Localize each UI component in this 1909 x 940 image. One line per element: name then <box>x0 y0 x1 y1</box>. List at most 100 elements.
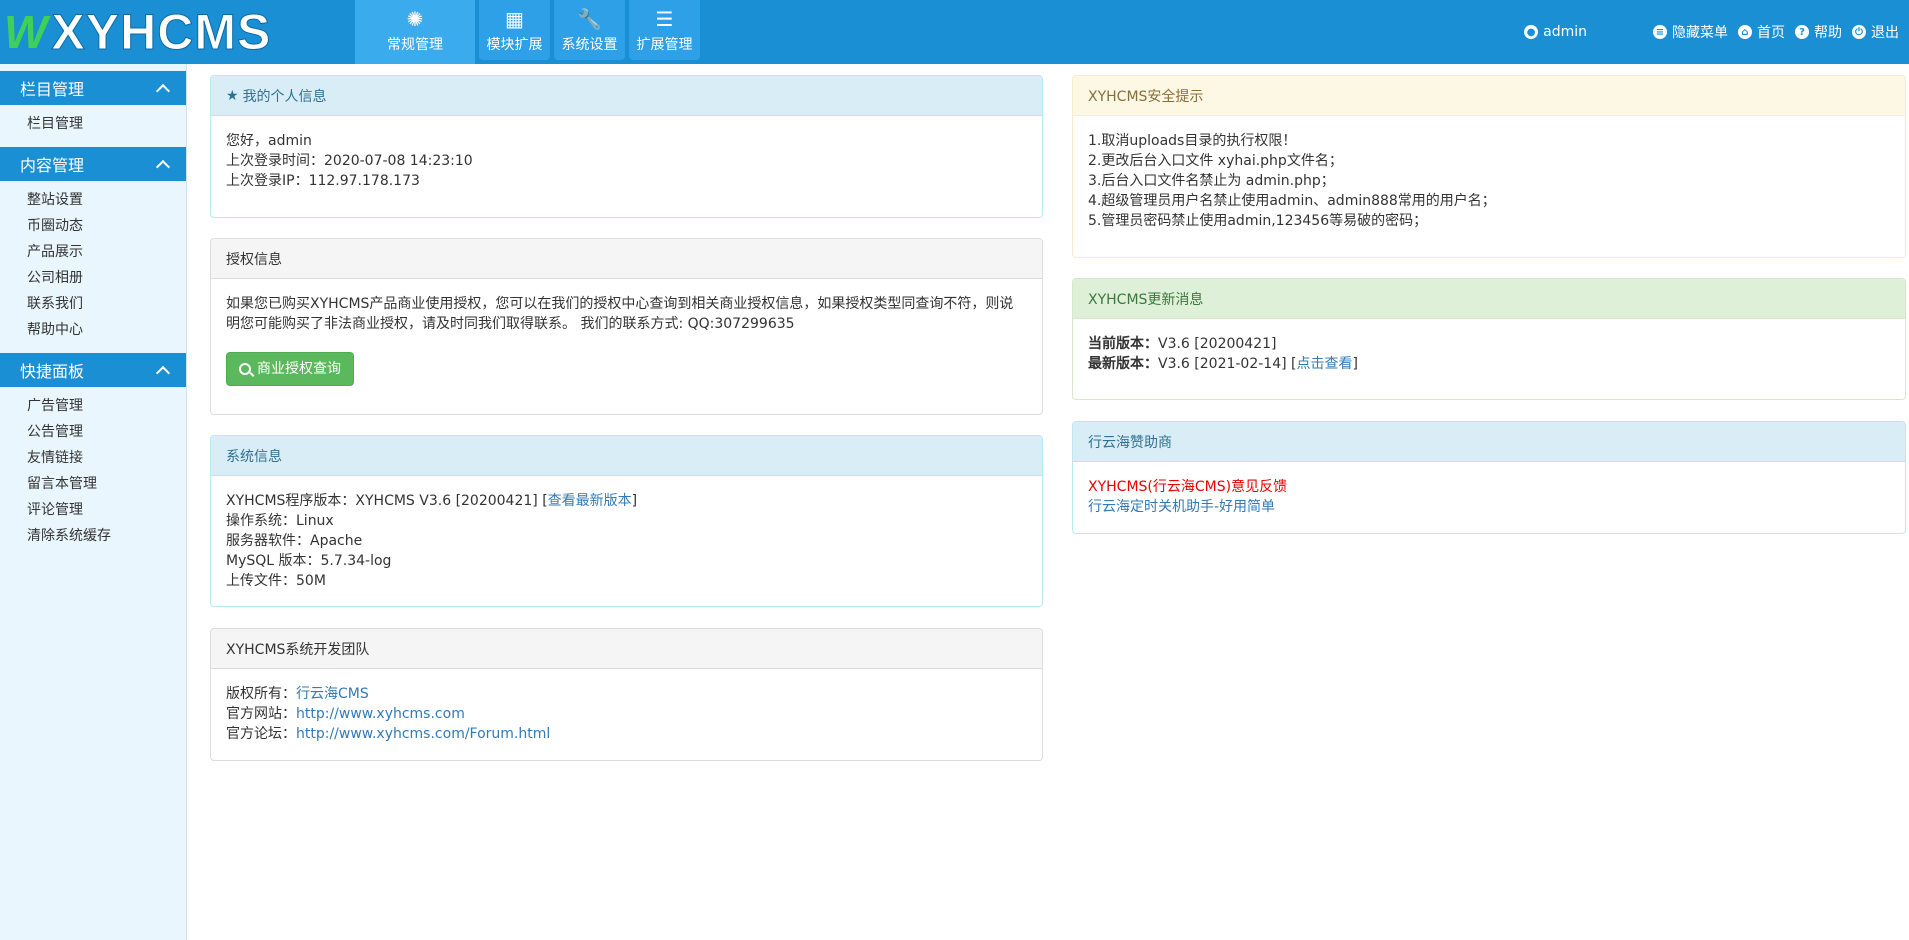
list-icon: ☰ <box>655 7 674 31</box>
sidebar-item-ads[interactable]: 广告管理 <box>27 393 186 419</box>
website-link[interactable]: http://www.xyhcms.com <box>296 706 465 722</box>
panel-body: XYHCMS(行云海CMS)意见反馈 行云海定时关机助手-好用简单 <box>1073 462 1905 532</box>
hide-menu-link[interactable]: ≡ 隐藏菜单 <box>1653 22 1728 42</box>
sidebar-section-columns[interactable]: 栏目管理 <box>0 71 186 105</box>
update-news-panel: XYHCMS更新消息 当前版本：V3.6 [20200421] 最新版本：V3.… <box>1072 278 1906 400</box>
user-name: admin <box>1543 24 1587 40</box>
panel-title: 授权信息 <box>226 251 282 268</box>
panel-body: 当前版本：V3.6 [20200421] 最新版本：V3.6 [2021-02-… <box>1073 319 1905 389</box>
nav-extensions[interactable]: ☰ 扩展管理 <box>629 0 700 60</box>
nav-extensions-label: 扩展管理 <box>636 37 693 53</box>
latest-version-bracket: ] <box>1352 356 1358 372</box>
security-tip: 1.取消uploads目录的执行权限！ <box>1088 133 1297 149</box>
panel-body: 如果您已购买XYHCMS产品商业使用授权，您可以在我们的授权中心查询到相关商业授… <box>211 279 1042 401</box>
panel-heading: 系统信息 <box>211 436 1042 476</box>
menu-icon: ≡ <box>1653 25 1667 39</box>
sidebar-section-shortcuts[interactable]: 快捷面板 <box>0 353 186 387</box>
sidebar-section-title: 栏目管理 <box>20 80 85 99</box>
sidebar-list-columns: 栏目管理 <box>0 105 186 141</box>
panel-heading: XYHCMS更新消息 <box>1073 279 1905 319</box>
server-info: 服务器软件：Apache <box>226 533 363 549</box>
forum-label: 官方论坛： <box>226 726 296 742</box>
panel-title: XYHCMS系统开发团队 <box>226 641 370 658</box>
last-login-time: 上次登录时间：2020-07-08 14:23:10 <box>226 153 473 169</box>
sidebar: 栏目管理 栏目管理 内容管理 整站设置 币圈动态 产品展示 公司相册 联系我们 … <box>0 64 187 940</box>
copyright-row: 版权所有：行云海CMS <box>226 684 1027 704</box>
top-header: W XYHCMS ✺ 常规管理 ▦ 模块扩展 🔧 系统设置 ☰ 扩展管理 ● a… <box>0 0 1909 64</box>
panel-heading: XYHCMS系统开发团队 <box>211 629 1042 669</box>
auth-text-line: 明您可能购买了非法商业授权，请及时同我们取得联系。 我们的联系方式: QQ:30… <box>226 316 795 332</box>
sidebar-item-help-center[interactable]: 帮助中心 <box>27 317 186 343</box>
os-info: 操作系统：Linux <box>226 513 334 529</box>
logout-label: 退出 <box>1871 25 1899 41</box>
home-link[interactable]: ⌂ 首页 <box>1738 22 1785 42</box>
last-login-ip: 上次登录IP：112.97.178.173 <box>226 173 420 189</box>
latest-version-label: 最新版本： <box>1088 356 1158 372</box>
auth-text-line: 如果您已购买XYHCMS产品商业使用授权，您可以在我们的授权中心查询到相关商业授… <box>226 296 1014 312</box>
sidebar-item-site-settings[interactable]: 整站设置 <box>27 187 186 213</box>
license-query-button[interactable]: 商业授权查询 <box>226 352 354 386</box>
personal-info-panel: ★ 我的个人信息 您好，admin 上次登录时间：2020-07-08 14:2… <box>210 75 1043 218</box>
logo[interactable]: W XYHCMS <box>4 6 350 58</box>
nav-modules[interactable]: ▦ 模块扩展 <box>479 0 550 60</box>
dev-team-panel: XYHCMS系统开发团队 版权所有：行云海CMS 官方网站：http://www… <box>210 628 1043 761</box>
help-icon: ? <box>1795 25 1809 39</box>
shutdown-helper-link[interactable]: 行云海定时关机助手-好用简单 <box>1088 497 1890 517</box>
panel-title: 我的个人信息 <box>242 88 327 105</box>
panel-heading: 行云海赞助商 <box>1073 422 1905 462</box>
sidebar-item-notices[interactable]: 公告管理 <box>27 419 186 445</box>
panel-title: XYHCMS安全提示 <box>1088 88 1204 105</box>
forum-link[interactable]: http://www.xyhcms.com/Forum.html <box>296 726 550 742</box>
feedback-link[interactable]: XYHCMS(行云海CMS)意见反馈 <box>1088 477 1890 497</box>
check-latest-version-link[interactable]: 查看最新版本 <box>548 493 632 509</box>
sidebar-item-album[interactable]: 公司相册 <box>27 265 186 291</box>
help-label: 帮助 <box>1814 25 1842 41</box>
logo-mark: W <box>4 6 47 58</box>
panel-title: 系统信息 <box>226 448 282 465</box>
sidebar-item-guestbook[interactable]: 留言本管理 <box>27 471 186 497</box>
sidebar-item-products[interactable]: 产品展示 <box>27 239 186 265</box>
panel-heading: XYHCMS安全提示 <box>1073 76 1905 116</box>
sidebar-section-title: 快捷面板 <box>20 362 85 381</box>
sidebar-section-content[interactable]: 内容管理 <box>0 147 186 181</box>
search-icon <box>239 363 251 375</box>
copyright-label: 版权所有： <box>226 686 296 702</box>
nav-general-label: 常规管理 <box>387 37 443 53</box>
version-bracket: ] <box>631 493 638 509</box>
sidebar-item-comments[interactable]: 评论管理 <box>27 497 186 523</box>
view-update-link[interactable]: 点击查看 <box>1297 356 1353 372</box>
star-icon: ★ <box>226 87 239 104</box>
sidebar-item-clear-cache[interactable]: 清除系统缓存 <box>27 523 186 549</box>
sponsor-panel: 行云海赞助商 XYHCMS(行云海CMS)意见反馈 行云海定时关机助手-好用简单 <box>1072 421 1906 534</box>
nav-settings[interactable]: 🔧 系统设置 <box>554 0 625 60</box>
hide-menu-label: 隐藏菜单 <box>1672 25 1728 41</box>
sidebar-item-crypto-news[interactable]: 币圈动态 <box>27 213 186 239</box>
current-version-row: 当前版本：V3.6 [20200421] <box>1088 334 1890 354</box>
mysql-info: MySQL 版本：5.7.34-log <box>226 553 392 569</box>
sidebar-item-contact[interactable]: 联系我们 <box>27 291 186 317</box>
user-menu[interactable]: ● admin <box>1524 24 1587 40</box>
sidebar-item-column-manage[interactable]: 栏目管理 <box>27 111 186 137</box>
help-link[interactable]: ? 帮助 <box>1795 22 1842 42</box>
copyright-link[interactable]: 行云海CMS <box>296 686 369 702</box>
website-label: 官方网站： <box>226 706 296 722</box>
program-version: XYHCMS程序版本：XYHCMS V3.6 [20200421] [查看最新版… <box>226 491 1027 511</box>
home-label: 首页 <box>1757 25 1785 41</box>
grid-icon: ▦ <box>505 7 524 31</box>
version-text: XYHCMS程序版本：XYHCMS V3.6 [20200421] [ <box>226 493 548 509</box>
auth-info-panel: 授权信息 如果您已购买XYHCMS产品商业使用授权，您可以在我们的授权中心查询到… <box>210 238 1043 415</box>
sidebar-item-links[interactable]: 友情链接 <box>27 445 186 471</box>
security-tips-panel: XYHCMS安全提示 1.取消uploads目录的执行权限！ 2.更改后台入口文… <box>1072 75 1906 258</box>
license-query-label: 商业授权查询 <box>257 361 341 377</box>
upload-info: 上传文件：50M <box>226 573 326 589</box>
chevron-up-icon <box>155 159 171 175</box>
panel-heading: 授权信息 <box>211 239 1042 279</box>
nav-modules-label: 模块扩展 <box>486 37 543 53</box>
sidebar-section-title: 内容管理 <box>20 156 85 175</box>
greeting-text: 您好，admin <box>226 133 312 149</box>
logout-link[interactable]: ⏻ 退出 <box>1852 22 1899 42</box>
nav-general[interactable]: ✺ 常规管理 <box>355 0 475 64</box>
cog-sun-icon: ✺ <box>406 7 424 31</box>
latest-version-value: V3.6 [2021-02-14] [ <box>1158 356 1297 372</box>
nav-settings-label: 系统设置 <box>561 37 618 53</box>
